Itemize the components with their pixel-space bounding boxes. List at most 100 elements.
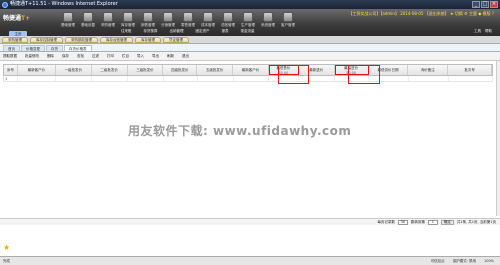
close-button[interactable]: × <box>490 1 498 8</box>
topnav-item[interactable]: 零售管理 <box>178 12 198 28</box>
column-header[interactable]: 二级批发价 <box>92 65 128 75</box>
jump-page-input[interactable]: 1 <box>427 219 438 225</box>
subnav-item[interactable]: 固定资产 <box>193 29 213 34</box>
subnav-item[interactable]: 现金流量 <box>238 29 258 34</box>
table-cell[interactable] <box>409 76 450 81</box>
toolbar-button[interactable]: 打印 <box>107 54 114 59</box>
maximize-button[interactable]: □ <box>481 1 489 8</box>
pager-summary: 共1条, 共1页, 当前第1页 <box>456 219 496 224</box>
table-cell[interactable] <box>234 76 270 81</box>
toolbar-button[interactable]: 批量修改 <box>25 54 39 59</box>
module-icon <box>143 12 153 22</box>
module-icon <box>63 12 73 22</box>
module-tab[interactable]: 采购期初管理 <box>65 36 98 43</box>
page-tab[interactable]: 价格变更 <box>21 45 45 51</box>
module-icon <box>123 12 133 22</box>
column-header[interactable]: 最新客户价 <box>233 65 269 75</box>
rightnav-item[interactable]: 工具 <box>474 29 481 34</box>
toolbar-button[interactable]: 栏目 <box>122 54 129 59</box>
table-cell[interactable] <box>18 76 56 81</box>
ie-icon <box>2 1 8 8</box>
toolbar-button[interactable]: 查找 <box>77 54 84 59</box>
toolbar-button[interactable]: 导入 <box>137 54 144 59</box>
column-header-label: 五级批发价 <box>205 68 224 72</box>
column-header-label: 最低供价日期 <box>377 68 399 72</box>
toolbar-button[interactable]: 保存 <box>62 54 69 59</box>
page-tab[interactable]: 首页 <box>3 45 20 51</box>
column-header-label: 最新进价 <box>309 68 324 72</box>
topnav-item-label: 成本管理 <box>201 23 215 27</box>
topnav-item[interactable]: 系统管理 <box>258 12 278 28</box>
topnav-item[interactable]: 生产管理 <box>238 12 258 28</box>
confirm-button[interactable]: 确定 <box>440 219 454 225</box>
column-header[interactable]: 四级批发价 <box>163 65 198 75</box>
column-header-label: 四级批发价 <box>171 68 189 72</box>
topnav-item[interactable]: 成本管理 <box>198 12 218 28</box>
module-tab[interactable]: 库存台账管理 <box>100 36 133 43</box>
column-header[interactable]: 序号 <box>4 65 18 75</box>
topnav-item[interactable]: 销售管理 <box>138 12 158 28</box>
topnav-item[interactable]: 总账管理 <box>218 12 238 28</box>
topnav-item-label: 生产管理 <box>241 23 255 27</box>
column-header[interactable]: 五级批发价 <box>197 65 234 75</box>
table-cell[interactable]: 1 <box>4 76 18 81</box>
zoom-level[interactable]: 100% <box>484 259 494 264</box>
zone-indicator: 可信站点 <box>430 258 445 263</box>
window-title: 畅捷通T+11.51 - Windows Internet Explorer <box>10 1 118 7</box>
module-tab[interactable]: 库存控制管理 <box>30 36 63 43</box>
topnav-item[interactable]: 客户管理 <box>278 12 298 28</box>
vertical-scrollbar[interactable] <box>496 61 500 216</box>
table-cell[interactable] <box>449 76 493 81</box>
topnav-item[interactable]: 分销管理 <box>158 12 178 28</box>
toolbar-button[interactable]: 退出 <box>182 54 189 59</box>
app-logo: 畅捷通T+ <box>3 15 31 22</box>
subnav-item[interactable]: 存货核算 <box>141 29 161 34</box>
module-tab[interactable]: 库存管理 <box>135 36 161 43</box>
subnav-item[interactable]: 报表 <box>219 29 232 34</box>
table-cell[interactable] <box>198 76 234 81</box>
page-tab[interactable]: 存货 <box>46 45 63 51</box>
column-header[interactable]: 最新客户价 <box>18 65 56 75</box>
toolbar-button[interactable]: 提取数据 <box>3 54 17 59</box>
module-tab[interactable]: 采购管理 <box>2 36 28 43</box>
table-cell[interactable] <box>164 76 198 81</box>
jump-page-label: 跳转到第 <box>410 219 425 224</box>
topnav-item[interactable]: 库存管理 <box>118 12 138 28</box>
module-icon <box>223 12 233 22</box>
favorite-star-icon[interactable]: ★ <box>3 244 10 252</box>
protected-mode-indicator: 保护模式: 禁用 <box>452 258 476 263</box>
table-cell[interactable] <box>92 76 128 81</box>
rightnav-item[interactable]: 帮助 <box>485 29 492 34</box>
toolbar-button[interactable]: 刷新 <box>167 54 174 59</box>
watermark-text: 用友软件下载: www.ufidawhy.com <box>128 124 352 138</box>
topnav-item-label: 基础管理 <box>61 23 75 27</box>
minimize-button[interactable]: _ <box>472 1 480 8</box>
topnav-item[interactable]: 基础管理 <box>58 12 78 28</box>
topnav-item[interactable]: 采购管理 <box>98 12 118 28</box>
module-icon <box>203 12 213 22</box>
toolbar-button[interactable]: 过滤 <box>92 54 99 59</box>
table-row[interactable]: 1 <box>3 76 493 82</box>
records-per-page-input[interactable]: 30 <box>397 219 408 225</box>
subnav-item[interactable]: 往来账 <box>118 29 135 34</box>
column-header[interactable]: 批次号 <box>448 65 493 75</box>
toolbar-button[interactable]: 导出 <box>152 54 159 59</box>
column-header-label: 批次号 <box>464 68 475 72</box>
table-cell[interactable] <box>56 76 92 81</box>
column-header-label: 二级批发价 <box>100 68 118 72</box>
highlight-box-max-purchase-price <box>348 65 380 84</box>
pager: 每页记录数 30 跳转到第 1 确定 共1条, 共1页, 当前第1页 <box>0 218 500 225</box>
toolbar-button[interactable]: 删除 <box>47 54 54 59</box>
module-icon <box>183 12 193 22</box>
user-info[interactable]: 【工贸实战公司】【admin】 2014-08-05 【退出系统】 ★ 切换 ⚙… <box>348 11 494 17</box>
subnav-item[interactable]: 出纳管理 <box>167 29 187 34</box>
page-tab[interactable]: 存货价格表 <box>64 45 92 51</box>
grid-header: 序号 最新客户价 一级批发价 二级批发价 三级批发价 四级批发价 五级批发价 最新客户价 最低售… <box>3 64 493 76</box>
module-tab[interactable]: 凭证管理 <box>163 36 189 43</box>
topnav-item[interactable]: 基础设置 <box>78 12 98 28</box>
table-cell[interactable] <box>128 76 164 81</box>
top-navigation: 基础管理 基础设置 采购管理 库存管理 销售管理 分销管理 零售管理 成本管理 总账管理 生产管理… <box>58 12 298 28</box>
column-header[interactable]: 询价备注 <box>408 65 449 75</box>
column-header[interactable]: 一级批发价 <box>56 65 92 75</box>
column-header[interactable]: 三级批发价 <box>128 65 164 75</box>
